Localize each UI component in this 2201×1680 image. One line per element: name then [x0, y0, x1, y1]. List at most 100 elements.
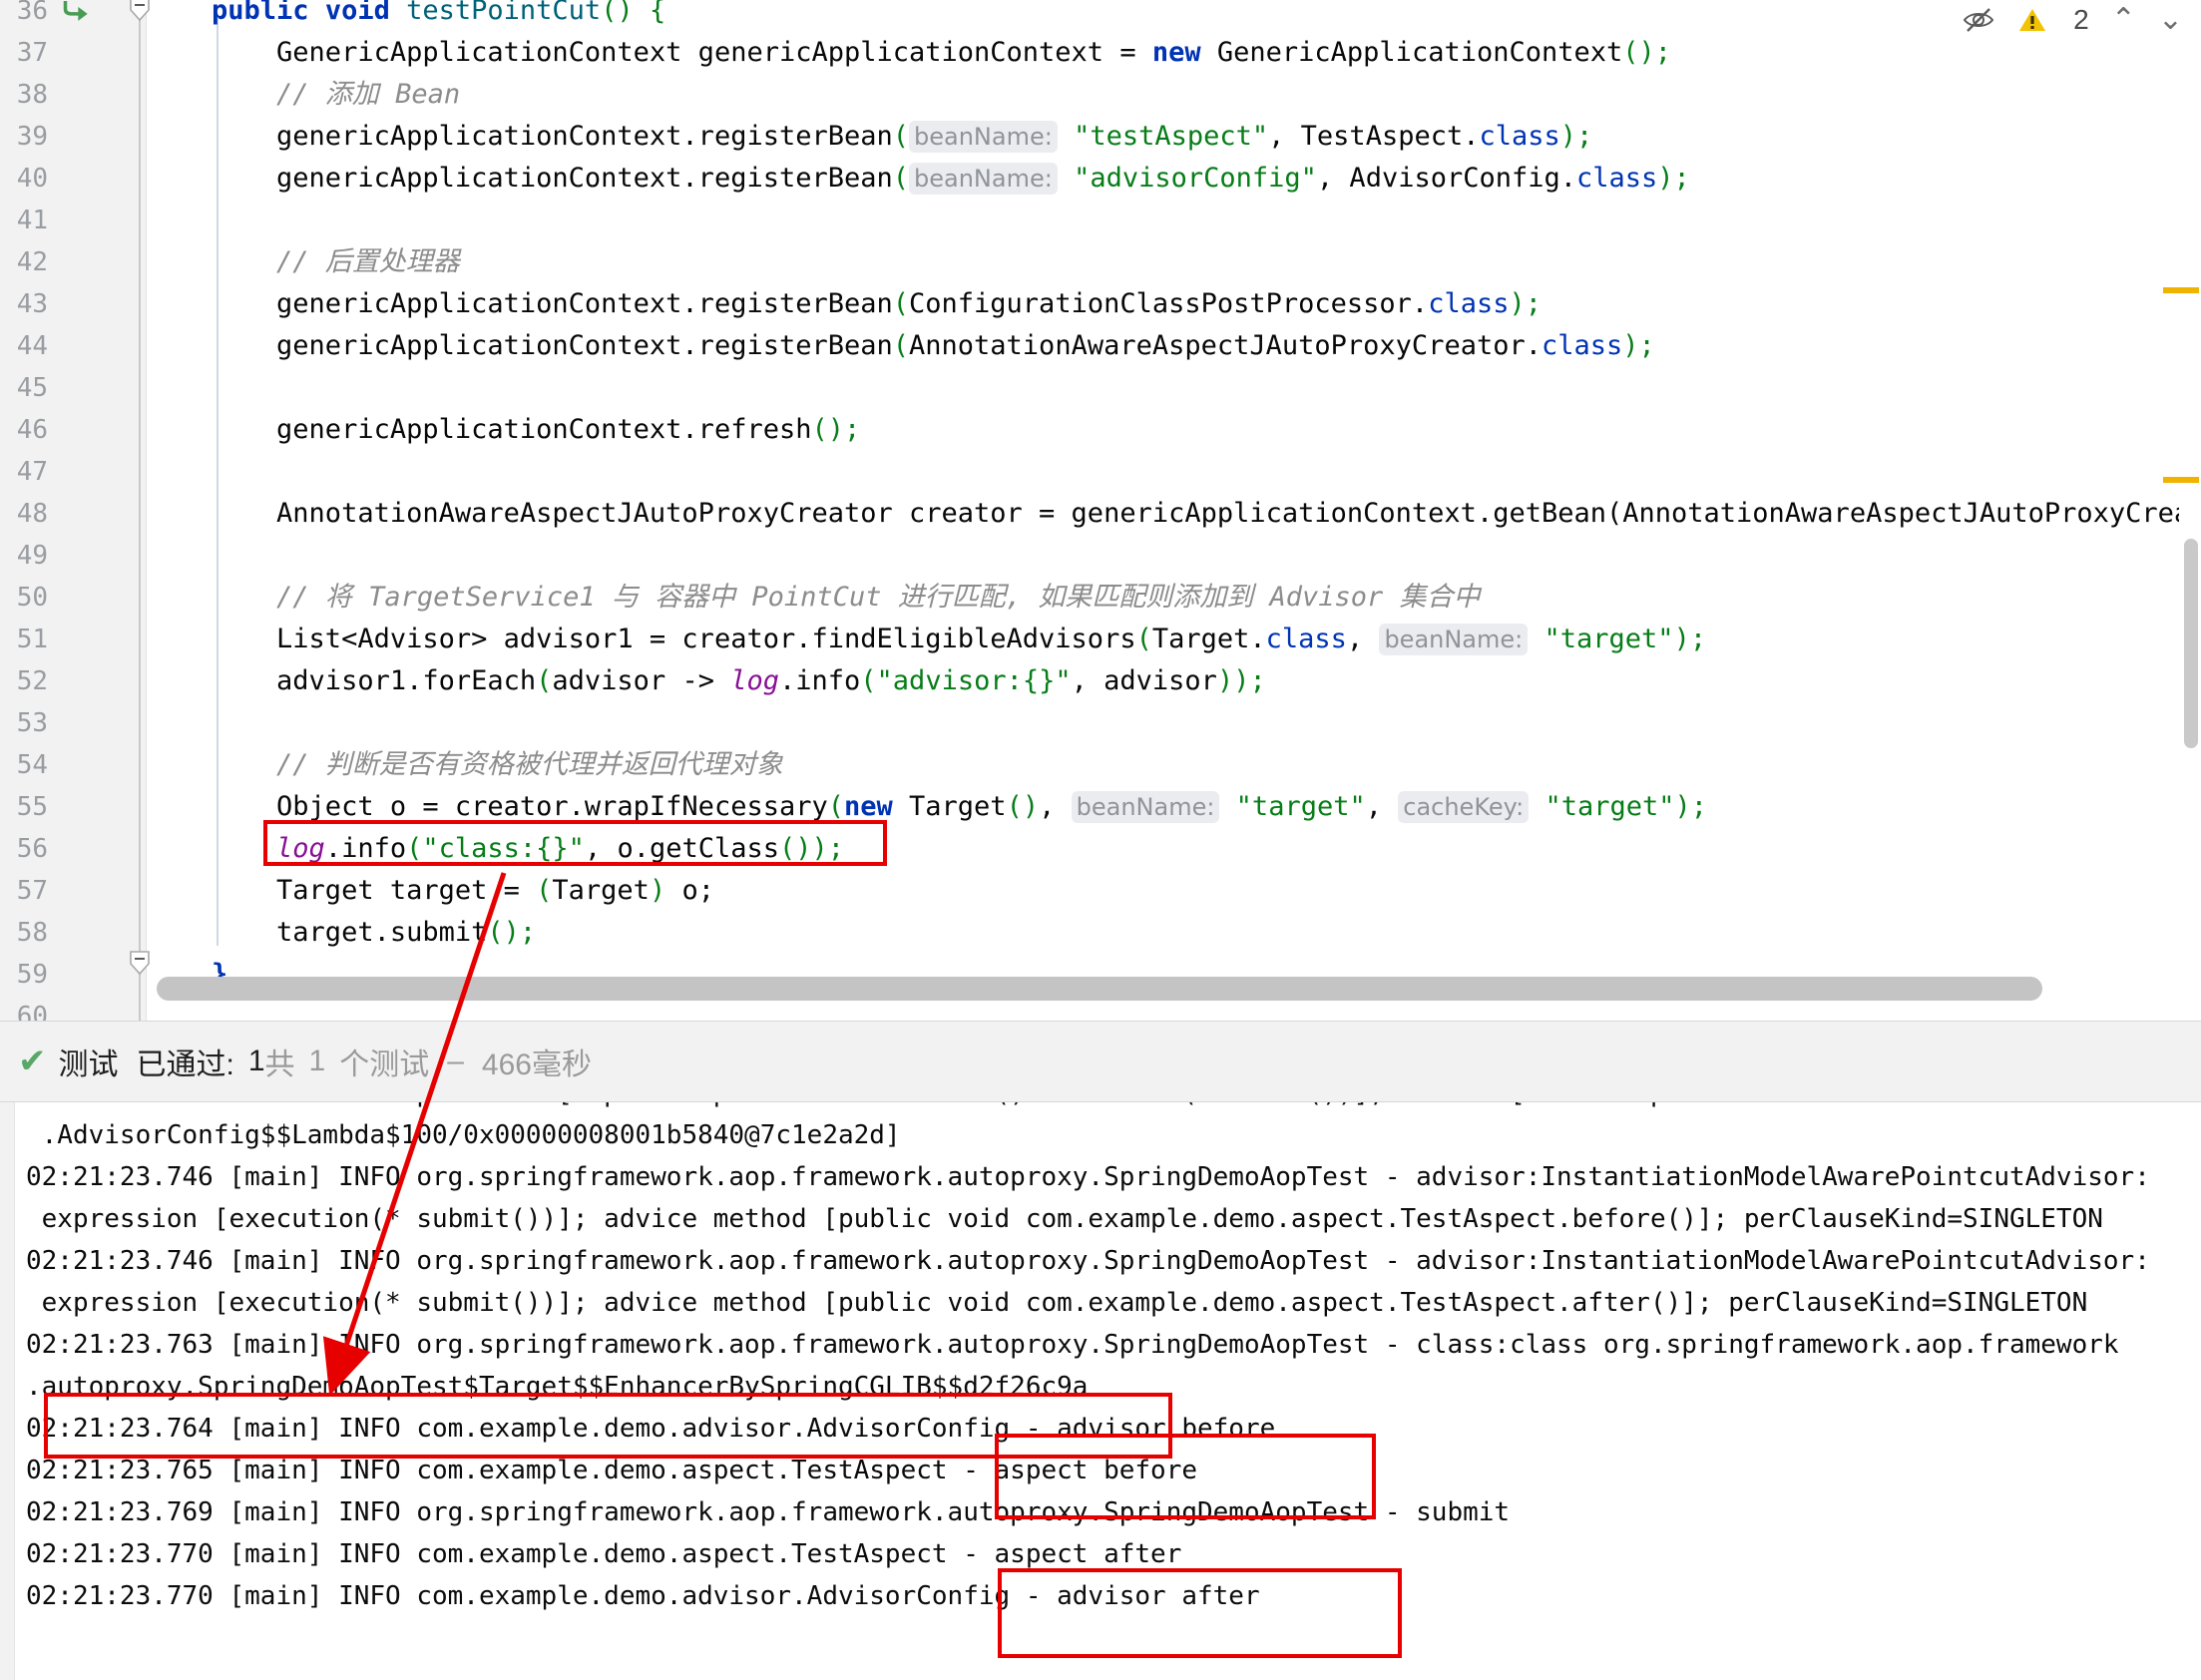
code-line[interactable]: Object o = creator.wrapIfNecessary(new T…: [147, 786, 1707, 828]
chevron-up-icon[interactable]: ⌃: [2111, 5, 2136, 35]
code-token: genericApplicationContext.registerBean: [147, 121, 893, 152]
code-token: ): [649, 875, 666, 906]
warning-triangle-icon[interactable]: [2017, 6, 2047, 34]
code-line[interactable]: // 后置处理器: [147, 241, 460, 283]
code-token: );: [1509, 288, 1541, 319]
line-number: 60: [16, 1002, 48, 1021]
parameter-hint-chip: beanName:: [1071, 791, 1220, 823]
code-token: "testAspect": [1057, 121, 1269, 152]
line-number: 53: [16, 708, 48, 738]
console-log-line: expression [execution(* submit())]; advi…: [26, 1204, 2103, 1234]
console-log-line: .autoproxy.SpringDemoAopTest$Target$$Enh…: [26, 1372, 1089, 1402]
editor-vertical-scrollbar[interactable]: [2163, 0, 2201, 1021]
code-line[interactable]: genericApplicationContext.registerBean(b…: [147, 116, 1592, 158]
editor-gutter[interactable]: 36 37 38 39 40 41 42 43 44 45 46 47 48 49 50 51 52 53 54 55…: [0, 0, 150, 1021]
code-token: (: [892, 163, 910, 194]
code-line[interactable]: GenericApplicationContext genericApplica…: [147, 32, 1671, 74]
code-line[interactable]: genericApplicationContext.registerBean(b…: [147, 158, 1690, 200]
code-line[interactable]: AnnotationAwareAspectJAutoProxyCreator c…: [147, 493, 2201, 535]
code-line[interactable]: Target target = (Target) o;: [147, 870, 714, 912]
code-token: class: [1428, 288, 1510, 319]
parameter-hint-chip: beanName:: [1379, 624, 1529, 655]
horizontal-scroll-thumb[interactable]: [157, 977, 2042, 1001]
code-token: new: [844, 791, 910, 822]
editor-horizontal-scrollbar[interactable]: [147, 975, 2175, 1003]
code-token: (: [1135, 624, 1152, 654]
code-token: (: [892, 330, 910, 361]
chevron-down-icon[interactable]: ⌄: [2158, 5, 2183, 35]
code-token: public void: [212, 0, 407, 26]
code-content[interactable]: public void testPointCut() { GenericAppl…: [147, 0, 2201, 1021]
code-token: // 后置处理器: [147, 246, 460, 277]
code-token: class: [1576, 163, 1658, 194]
code-token: ,: [1346, 624, 1380, 654]
code-line[interactable]: // 将 TargetService1 与 容器中 PointCut 进行匹配,…: [147, 577, 1480, 619]
code-line[interactable]: List<Advisor> advisor1 = creator.findEli…: [147, 619, 1706, 660]
code-token: (: [892, 288, 910, 319]
line-number: 38: [16, 80, 48, 110]
line-number: 37: [16, 38, 48, 68]
test-separator: –: [447, 1045, 464, 1077]
console-log-line: expression [execution(* submit())]; advi…: [26, 1288, 2088, 1318]
code-token: "target": [1529, 791, 1675, 822]
code-token: class: [1541, 330, 1623, 361]
code-token: GenericApplicationContext genericApplica…: [147, 37, 1152, 68]
code-token: (: [860, 665, 877, 696]
code-line[interactable]: log.info("class:{}", o.getClass());: [147, 828, 844, 870]
warning-stripe-marker[interactable]: [2163, 287, 2199, 293]
code-token: (: [892, 121, 910, 152]
test-title: 测试: [58, 1049, 119, 1081]
console-output-panel[interactable]: .DefaultPointcutAdvisor: pointcut [Aspec…: [0, 1102, 2201, 1680]
code-token: List<Advisor> advisor1 = creator.findEli…: [147, 624, 1136, 654]
code-token: o;: [665, 875, 714, 906]
console-log-line: 02:21:23.763 [main] INFO org.springframe…: [26, 1330, 2119, 1360]
line-number: 39: [16, 122, 48, 152]
line-number: 57: [16, 876, 48, 906]
test-result-label: 已通过:: [136, 1049, 234, 1081]
run-test-arrow-icon[interactable]: [62, 0, 90, 22]
line-number: 36: [16, 0, 48, 26]
code-line[interactable]: // 判断是否有资格被代理并返回代理对象: [147, 744, 783, 786]
code-token: ();: [487, 917, 537, 948]
code-token: advisor1.forEach: [147, 665, 537, 696]
console-log-line: 02:21:23.770 [main] INFO com.example.dem…: [26, 1539, 1182, 1569]
code-line[interactable]: target.submit();: [147, 912, 536, 954]
code-line[interactable]: genericApplicationContext.refresh();: [147, 409, 860, 451]
vertical-scroll-thumb[interactable]: [2184, 539, 2198, 748]
code-token: ));: [1216, 665, 1266, 696]
code-token: // 添加 Bean: [147, 79, 461, 110]
line-number: 44: [16, 331, 48, 361]
code-token: log: [730, 665, 779, 696]
warning-stripe-marker[interactable]: [2163, 477, 2199, 483]
code-line[interactable]: advisor1.forEach(advisor -> log.info("ad…: [147, 660, 1266, 702]
test-total-count: 1: [308, 1045, 326, 1077]
code-token: AnnotationAwareAspectJAutoProxyCreator.: [909, 330, 1541, 361]
line-number: 40: [16, 164, 48, 194]
eye-off-icon[interactable]: [1962, 5, 1995, 35]
code-token: Target: [552, 875, 650, 906]
code-token: );: [1622, 330, 1655, 361]
code-token: AnnotationAwareAspectJAutoProxyCreator c…: [147, 498, 2201, 529]
code-token: );: [1673, 624, 1707, 654]
code-line[interactable]: genericApplicationContext.registerBean(A…: [147, 325, 1655, 367]
code-editor[interactable]: 36 37 38 39 40 41 42 43 44 45 46 47 48 49 50 51 52 53 54 55…: [0, 0, 2201, 1021]
line-number: 43: [16, 289, 48, 319]
console-log-line: 02:21:23.764 [main] INFO com.example.dem…: [26, 1414, 1276, 1444]
code-line[interactable]: public void testPointCut() {: [147, 0, 665, 32]
line-number: 48: [16, 499, 48, 529]
inspections-widget[interactable]: 2 ⌃ ⌄: [1952, 0, 2193, 40]
code-token: (: [827, 791, 844, 822]
line-number: 58: [16, 918, 48, 948]
code-line[interactable]: genericApplicationContext.registerBean(C…: [147, 283, 1541, 325]
code-token: Target: [909, 791, 1007, 822]
fold-region-line: [139, 0, 141, 1021]
parameter-hint-chip: beanName:: [909, 163, 1058, 195]
code-token: ());: [779, 833, 845, 864]
code-token: .info: [324, 833, 407, 864]
code-token: ConfigurationClassPostProcessor.: [909, 288, 1429, 319]
line-number: 49: [16, 541, 48, 571]
code-line[interactable]: // 添加 Bean: [147, 74, 460, 116]
console-log-line: 02:21:23.769 [main] INFO org.springframe…: [26, 1497, 1511, 1527]
